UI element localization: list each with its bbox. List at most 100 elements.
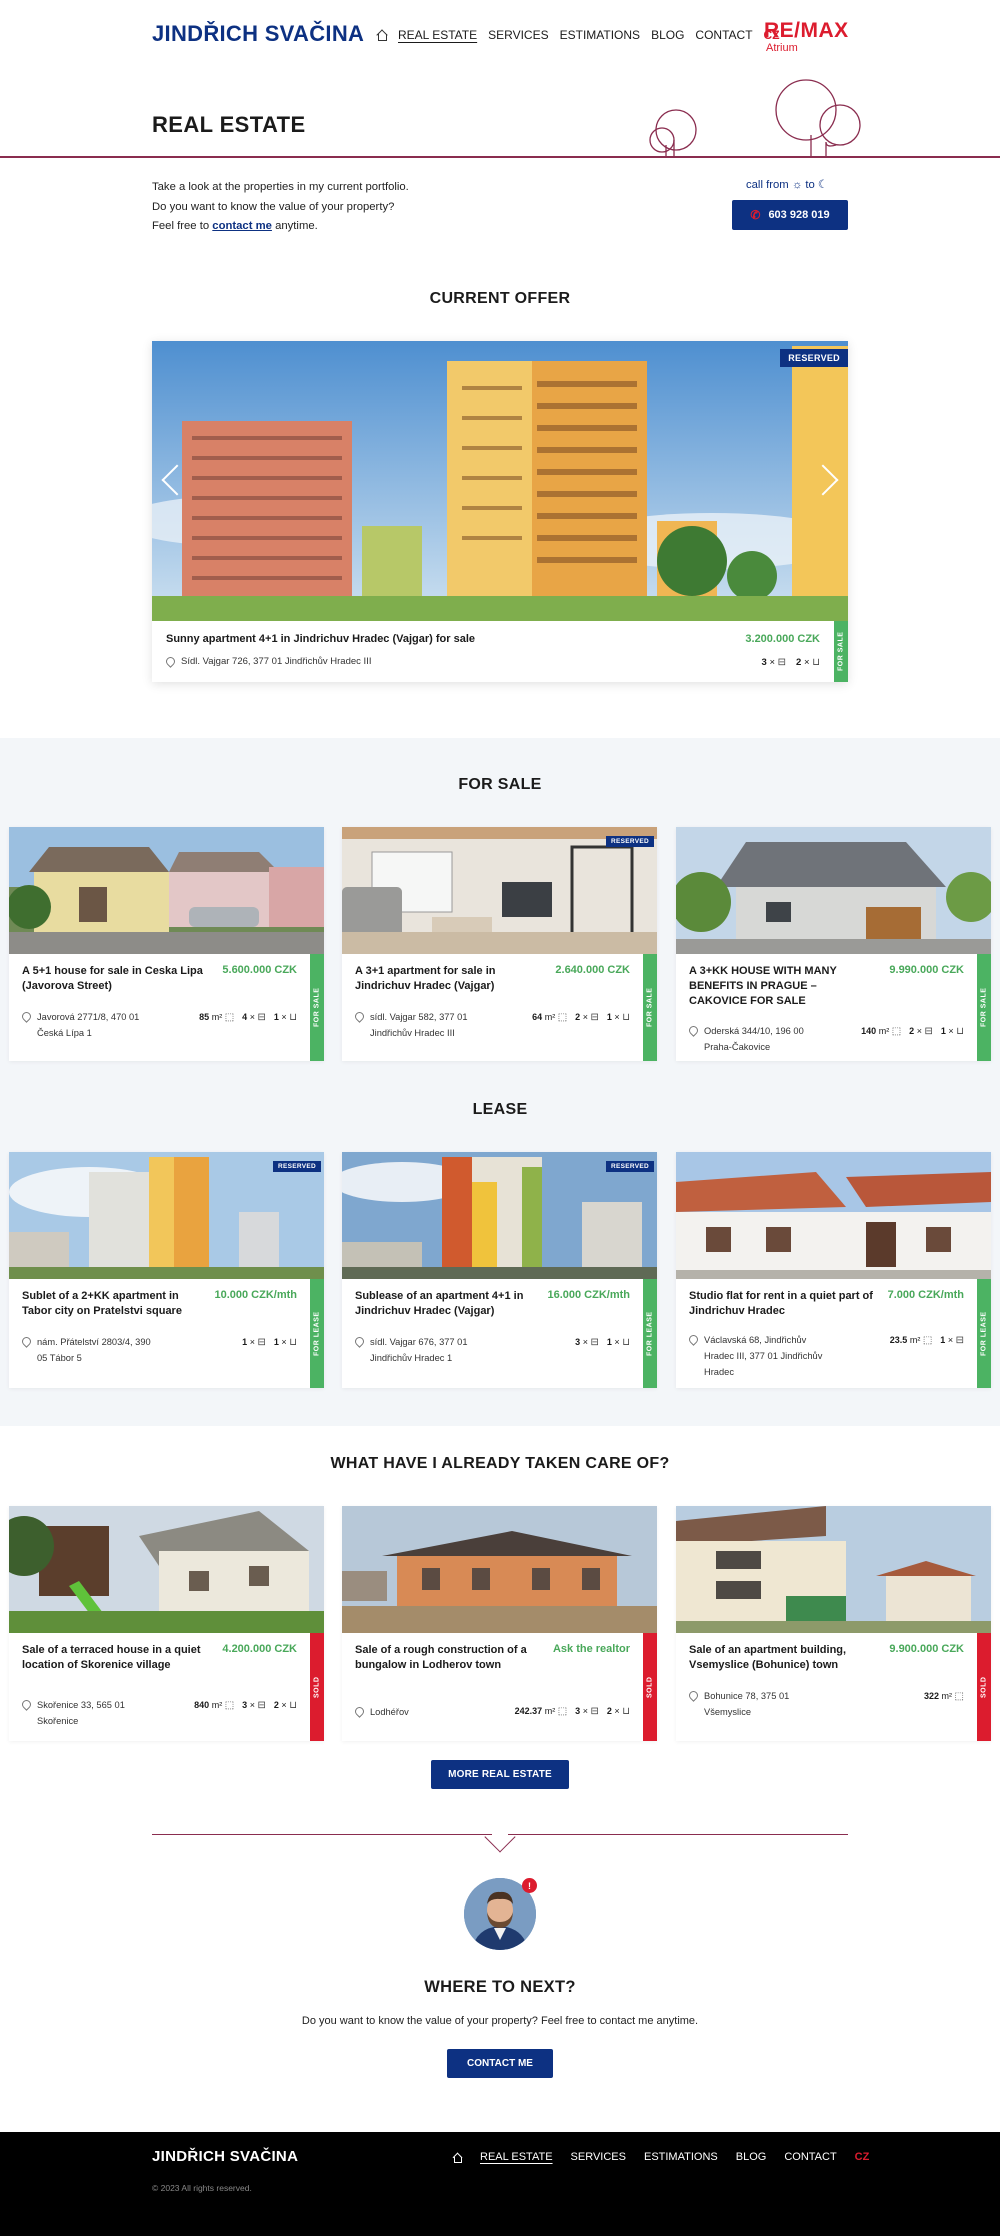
address-lines: Oderská 344/10, 196 00 Praha-Čakovice (704, 1023, 804, 1055)
listing-photo (676, 1152, 991, 1279)
house-image (9, 827, 324, 954)
trees-illustration (649, 79, 861, 158)
listing-card[interactable]: RESERVED Sublet of a 2+KK apartment in T… (9, 1152, 324, 1388)
current-offer-card[interactable]: RESERVED Sunny apartment 4+1 in Jindrich… (152, 341, 848, 682)
baths-count: 2 (796, 657, 802, 668)
address-lines: Javorová 2771/8, 470 01 Česká Lípa 1 (37, 1009, 139, 1041)
divider-chevron-icon (484, 1821, 516, 1853)
address-lines: Václavská 68, Jindřichův Hradec III, 377 … (704, 1332, 822, 1380)
baths-stat: 1 × ⊔ (607, 1337, 630, 1348)
footer-language-switch[interactable]: CZ (855, 2151, 870, 2163)
address-line-2: Hradec III, 377 01 Jindřichův (704, 1351, 823, 1361)
address-line-1: sídl. Vajgar 676, 377 01 (370, 1337, 468, 1347)
address-line-1: Lodhéřov (370, 1707, 409, 1717)
location-pin-icon (687, 1024, 700, 1037)
nav-real-estate[interactable]: REAL ESTATE (398, 28, 477, 42)
times-sign: × (947, 1335, 954, 1345)
remax-logo[interactable]: RE/MAX Atrium (764, 20, 848, 55)
area-value: 840 (194, 1700, 210, 1710)
baths-stat: 1 × ⊔ (274, 1337, 297, 1348)
listing-card[interactable]: RESERVED A 3+1 apartment for sale in Jin… (342, 827, 657, 1061)
listing-card[interactable]: A 3+KK HOUSE WITH MANY BENEFITS IN PRAGU… (676, 827, 991, 1061)
address-line-1: nám. Přátelství 2803/4, 390 (37, 1337, 151, 1347)
area-stat: 840 m² ⬚ (194, 1700, 234, 1711)
area-icon: ⬚ (557, 1706, 568, 1717)
area-icon: ⬚ (922, 1335, 933, 1346)
phone-button[interactable]: ✆ 603 928 019 (732, 200, 848, 230)
listing-stats: 242.37 m² ⬚ 3 × ⊟ 2 × ⊔ (515, 1706, 630, 1717)
listing-card[interactable]: Sale of a terraced house in a quiet loca… (9, 1506, 324, 1741)
status-tab: FOR LEASE (977, 1279, 991, 1388)
area-stat: 140 m² ⬚ (861, 1026, 901, 1037)
times-sign: × (582, 1706, 588, 1716)
address-line-2: Všemyslice (704, 1707, 752, 1717)
address-line-1: Javorová 2771/8, 470 01 (37, 1012, 140, 1022)
listing-address: Oderská 344/10, 196 00 Praha-Čakovice (687, 1023, 804, 1055)
hero-intro: Take a look at the properties in my curr… (152, 178, 409, 237)
area-unit: m² (878, 1026, 890, 1036)
listing-card[interactable]: Sale of a rough construction of a bungal… (342, 1506, 657, 1741)
site-logo[interactable]: JINDŘICH SVAČINA (152, 21, 364, 47)
footer-logo[interactable]: JINDŘICH SVAČINA (152, 2148, 298, 2165)
footer-nav-estimations[interactable]: ESTIMATIONS (644, 2151, 718, 2163)
section-divider (152, 1834, 492, 1835)
area-unit: m² (544, 1012, 556, 1022)
baths-count: 1 (273, 1337, 279, 1347)
times-sign: × (281, 1012, 287, 1022)
listing-card[interactable]: RESERVED Sublease of an apartment 4+1 in… (342, 1152, 657, 1388)
listing-card[interactable]: Sale of an apartment building, Vsemyslic… (676, 1506, 991, 1741)
rooms-stat: 2 × ⊟ (575, 1012, 599, 1023)
area-value: 242.37 (514, 1706, 543, 1716)
address-line-2: 05 Tábor 5 (37, 1353, 82, 1363)
listing-photo (9, 827, 324, 954)
where-to-next-text: Do you want to know the value of your pr… (301, 2015, 699, 2027)
intro-line-1: Take a look at the properties in my curr… (152, 181, 409, 193)
times-sign: × (614, 1706, 620, 1716)
copyright: © 2023 All rights reserved. (152, 2183, 252, 2193)
times-sign: × (614, 1012, 620, 1022)
footer-nav-blog[interactable]: BLOG (736, 2151, 767, 2163)
home-icon[interactable] (376, 30, 387, 41)
rooms-stat: 3 × ⊟ (575, 1706, 599, 1717)
status-tab: FOR SALE (310, 954, 324, 1061)
footer-nav-contact[interactable]: CONTACT (784, 2151, 836, 2163)
nav-blog[interactable]: BLOG (651, 28, 684, 42)
baths-count: 1 (606, 1337, 612, 1347)
location-pin-icon (353, 1335, 366, 1348)
times-sign: × (249, 1700, 255, 1710)
rooms-count: 2 (575, 1012, 581, 1022)
area-stat: 23.5 m² ⬚ (890, 1335, 933, 1346)
more-real-estate-button[interactable]: MORE REAL ESTATE (431, 1760, 569, 1789)
nav-estimations[interactable]: ESTIMATIONS (560, 28, 640, 42)
bath-icon: ⊔ (812, 657, 820, 668)
apartment-building-image (676, 1506, 991, 1633)
times-sign: × (249, 1012, 255, 1022)
listing-card[interactable]: A 5+1 house for sale in Ceska Lipa (Javo… (9, 827, 324, 1061)
rooms-stat: 2 × ⊟ (909, 1026, 933, 1037)
listing-card[interactable]: Studio flat for rent in a quiet part of … (676, 1152, 991, 1388)
listing-stats: 23.5 m² ⬚ 1 × ⊟ (890, 1335, 964, 1346)
nav-services[interactable]: SERVICES (488, 28, 548, 42)
times-sign: × (769, 657, 776, 668)
listing-price: Ask the realtor (552, 1643, 630, 1655)
area-icon: ⬚ (557, 1012, 568, 1023)
address-line-2: Česká Lípa 1 (37, 1028, 92, 1038)
address-line-2: Jindřichův Hradec 1 (370, 1353, 453, 1363)
footer-nav-real-estate[interactable]: REAL ESTATE (480, 2151, 553, 2163)
location-pin-icon (20, 1010, 33, 1023)
address-line-1: Skořenice 33, 565 01 (37, 1700, 125, 1710)
contact-me-button[interactable]: CONTACT ME (447, 2049, 553, 2078)
address-line-2: Skořenice (37, 1716, 79, 1726)
footer-nav-services[interactable]: SERVICES (571, 2151, 626, 2163)
listing-photo: RESERVED (342, 827, 657, 954)
listing-price: 10.000 CZK/mth (214, 1289, 297, 1301)
home-icon[interactable] (452, 2153, 462, 2163)
area-value: 64 (532, 1012, 543, 1022)
rooms-count: 1 (242, 1337, 248, 1347)
offer-photo: RESERVED (152, 341, 848, 621)
sun-icon: ☼ (791, 179, 803, 191)
baths-count: 1 (273, 1012, 279, 1022)
listing-title: A 3+KK HOUSE WITH MANY BENEFITS IN PRAGU… (689, 965, 837, 1007)
nav-contact[interactable]: CONTACT (695, 28, 752, 42)
contact-me-link[interactable]: contact me (212, 220, 272, 232)
